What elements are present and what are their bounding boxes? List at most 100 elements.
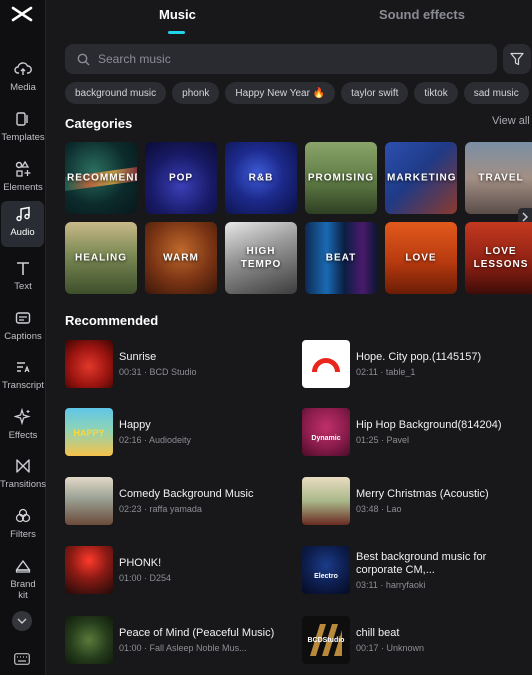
chip[interactable]: Happy New Year 🔥 [225, 82, 336, 104]
rail-label: Audio [10, 227, 35, 238]
category-beat[interactable]: BEAT [305, 222, 377, 294]
search-input[interactable] [98, 52, 478, 66]
category-love[interactable]: LOVE [385, 222, 457, 294]
rail-label: Templates [1, 132, 45, 143]
track-item[interactable]: Peace of Mind (Peaceful Music) 01:00 · Fa… [65, 616, 295, 666]
chip[interactable]: sad music [463, 82, 529, 104]
rail-item-text[interactable]: Text [0, 255, 46, 301]
track-item[interactable]: HAPPY Happy 02:16 · Audiodeity [65, 408, 295, 458]
filter-button[interactable] [503, 44, 531, 74]
captions-icon [15, 312, 31, 324]
rail-label: Brand kit [10, 579, 36, 601]
track-item[interactable]: Comedy Background Music 02:23 · raffa yam… [65, 477, 295, 527]
rail-item-filters[interactable]: Filters [0, 503, 46, 549]
categories-title: Categories [65, 116, 133, 131]
cloud-upload-icon [14, 62, 32, 75]
chip[interactable]: phonk [172, 82, 220, 104]
category-warm[interactable]: WARM [145, 222, 217, 294]
text-icon [17, 262, 29, 275]
rail-item-templates[interactable]: Templates [0, 106, 46, 152]
track-item[interactable]: PHONK! 01:00 · D254 [65, 546, 295, 596]
track-meta: 03:11 · harryfaoki [356, 579, 426, 590]
category-recommend[interactable]: RECOMMEND [65, 142, 137, 214]
category-marketing[interactable]: MARKETING [385, 142, 457, 214]
track-name: Comedy Background Music [119, 488, 254, 500]
category-label: TRAVEL [478, 172, 524, 184]
view-all-link[interactable]: View all [492, 115, 530, 127]
track-name: PHONK! [119, 557, 162, 569]
chevron-right-icon [522, 212, 528, 222]
tab-sound-effects[interactable]: Sound effects [379, 7, 465, 22]
track-thumbnail [302, 340, 350, 388]
rail-item-audio[interactable]: Audio [1, 201, 44, 247]
chip[interactable]: tiktok [414, 82, 458, 104]
category-label: HIGH TEMPO [240, 246, 282, 270]
rail-item-captions[interactable]: Captions [0, 305, 46, 351]
category-label: PROMISING [307, 172, 375, 184]
category-pop[interactable]: POP [145, 142, 217, 214]
filters-icon [15, 508, 31, 523]
category-love-lessons[interactable]: LOVE LESSONS [465, 222, 532, 294]
rail-item-brand-kit[interactable]: Brand kit [0, 553, 46, 601]
track-meta: 02:11 · table_1 [356, 367, 416, 377]
chevron-down-icon [17, 618, 27, 624]
track-item[interactable]: Electro Best background music for corpor… [302, 546, 532, 596]
track-name: chill beat [356, 627, 400, 639]
category-high-tempo[interactable]: HIGH TEMPO [225, 222, 297, 294]
track-item[interactable]: Sunrise 00:31 · BCD Studio [65, 340, 295, 390]
recommended-title: Recommended [65, 313, 159, 328]
filter-icon [510, 52, 524, 66]
category-healing[interactable]: HEALING [65, 222, 137, 294]
rail-item-media[interactable]: Media [0, 56, 46, 102]
track-thumbnail: HAPPY [65, 408, 113, 456]
track-meta: 00:17 · Unknown [356, 643, 425, 653]
thumbnail-text: BCDStudio [307, 637, 345, 644]
suggestion-chips: background music phonk Happy New Year 🔥 … [65, 82, 529, 104]
track-meta: 01:00 · D254 [119, 573, 172, 583]
tab-music[interactable]: Music [159, 7, 196, 22]
rail-item-effects[interactable]: Effects [0, 404, 46, 450]
track-name: Happy [119, 419, 151, 431]
track-name: Hope. City pop.(1145157) [356, 351, 482, 363]
chip[interactable]: taylor swift [341, 82, 409, 104]
brand-kit-icon [15, 560, 31, 573]
rail-label: Media [10, 82, 36, 93]
rail-label: Filters [10, 529, 36, 540]
rail-more-button[interactable] [12, 611, 32, 631]
rail-item-transcript[interactable]: Transcript [0, 354, 46, 400]
track-meta: 02:23 · raffa yamada [119, 504, 202, 514]
red-sun-artwork [312, 358, 340, 372]
track-name: Merry Christmas (Acoustic) [356, 488, 489, 500]
track-item[interactable]: Dynamic Hip Hop Background(814204) 01:25 … [302, 408, 532, 458]
track-item[interactable]: Hope. City pop.(1145157) 02:11 · table_1 [302, 340, 532, 390]
rail-item-transitions[interactable]: Transitions [0, 453, 46, 499]
track-item[interactable]: BCDStudio chill beat 00:17 · Unknown [302, 616, 532, 666]
category-travel[interactable]: TRAVEL [465, 142, 532, 214]
capcut-logo-icon[interactable] [10, 4, 34, 24]
categories-row-2: HEALING WARM HIGH TEMPO BEAT LOVE LOVE L… [65, 222, 532, 294]
audio-panel: Music Sound effects background music pho… [47, 0, 532, 675]
category-label: RECOMMEND [67, 172, 137, 184]
rail-label: Elements [3, 182, 43, 193]
track-meta: 03:48 · Lao [356, 504, 402, 514]
category-promising[interactable]: PROMISING [305, 142, 377, 214]
chip[interactable]: background music [65, 82, 167, 104]
category-label: LOVE [405, 252, 437, 264]
track-thumbnail [65, 616, 113, 664]
category-label: LOVE LESSONS [473, 246, 529, 270]
track-meta: 01:00 · Fall Asleep Noble Mus... [119, 643, 247, 653]
rail-label: Captions [4, 331, 42, 342]
rail-label: Transitions [0, 479, 47, 490]
category-label: BEAT [325, 252, 357, 264]
rail-item-elements[interactable]: Elements [0, 156, 46, 202]
track-item[interactable]: Merry Christmas (Acoustic) 03:48 · Lao [302, 477, 532, 527]
track-thumbnail: Dynamic [302, 408, 350, 456]
keyboard-icon[interactable] [14, 653, 30, 665]
search-icon [77, 53, 90, 65]
category-label: WARM [163, 252, 199, 264]
category-rnb[interactable]: R&B [225, 142, 297, 214]
track-thumbnail: BCDStudio [302, 616, 350, 664]
rail-label: Text [14, 281, 32, 292]
active-tab-indicator [168, 31, 185, 34]
elements-icon [15, 160, 31, 177]
